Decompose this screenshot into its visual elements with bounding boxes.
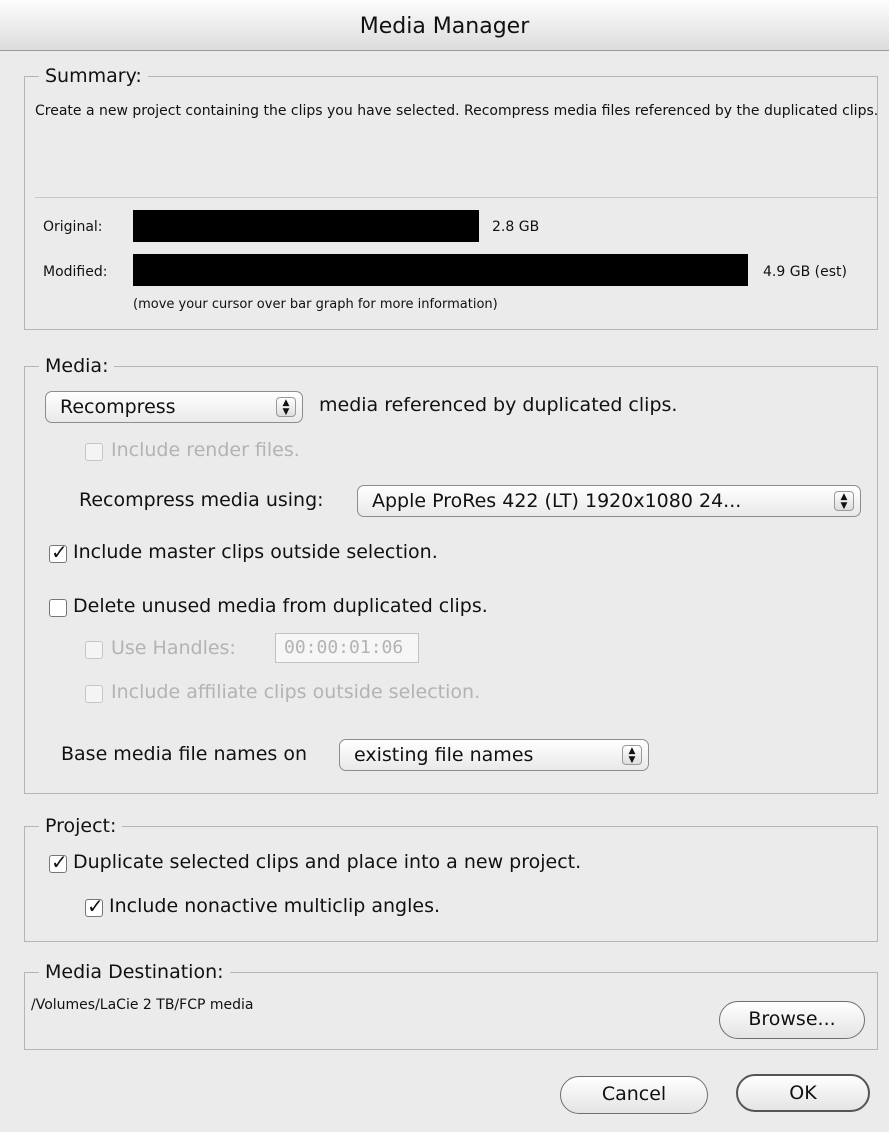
modified-label: Modified: <box>43 264 108 280</box>
checkmark-icon: ✓ <box>87 894 104 918</box>
include-nonactive-angles-checkbox[interactable]: ✓ <box>85 894 104 918</box>
base-file-names-label: Base media file names on <box>61 743 307 765</box>
browse-button[interactable]: Browse... <box>719 1001 865 1039</box>
ok-button[interactable]: OK <box>736 1074 870 1112</box>
popup-arrows-icon: ▲ ▼ <box>622 745 642 765</box>
summary-group: Summary: Create a new project containing… <box>24 65 878 330</box>
cancel-button[interactable]: Cancel <box>560 1076 708 1114</box>
media-legend: Media: <box>39 355 115 377</box>
media-group: Media: Recompress ▲ ▼ media referenced by… <box>24 355 878 794</box>
include-render-files-checkbox[interactable] <box>85 443 103 461</box>
include-master-clips-checkbox[interactable]: ✓ <box>49 540 68 564</box>
bar-graph-hint: (move your cursor over bar graph for mor… <box>133 297 498 312</box>
media-action-popup-value: Recompress <box>60 396 176 418</box>
duplicate-clips-label: Duplicate selected clips and place into … <box>73 851 582 873</box>
include-affiliate-clips-checkbox[interactable] <box>85 685 103 703</box>
summary-divider <box>35 197 877 198</box>
include-nonactive-angles-label: Include nonactive multiclip angles. <box>109 895 441 917</box>
summary-legend: Summary: <box>39 65 148 87</box>
project-legend: Project: <box>39 815 123 837</box>
window-title: Media Manager <box>0 0 889 51</box>
media-destination-group: Media Destination: /Volumes/LaCie 2 TB/F… <box>24 961 878 1050</box>
delete-unused-media-checkbox[interactable] <box>49 599 67 617</box>
media-action-popup[interactable]: Recompress ▲ ▼ <box>45 391 303 423</box>
use-handles-checkbox[interactable] <box>85 641 103 659</box>
include-affiliate-clips-label: Include affiliate clips outside selectio… <box>111 681 481 703</box>
recompress-codec-value: Apple ProRes 422 (LT) 1920x1080 24... <box>372 490 742 512</box>
media-action-suffix: media referenced by duplicated clips. <box>319 394 678 416</box>
recompress-using-label: Recompress media using: <box>79 489 324 511</box>
modified-size-value: 4.9 GB (est) <box>763 264 847 280</box>
handles-duration-field[interactable]: 00:00:01:06 <box>275 633 419 663</box>
media-destination-legend: Media Destination: <box>39 961 230 983</box>
modified-size-bar[interactable] <box>133 254 748 286</box>
popup-arrows-icon: ▲ ▼ <box>276 397 296 417</box>
destination-path: /Volumes/LaCie 2 TB/FCP media <box>31 997 254 1013</box>
original-label: Original: <box>43 219 103 235</box>
summary-description: Create a new project containing the clip… <box>35 103 879 119</box>
recompress-codec-popup[interactable]: Apple ProRes 422 (LT) 1920x1080 24... ▲ ▼ <box>357 485 861 517</box>
duplicate-clips-checkbox[interactable]: ✓ <box>49 850 68 874</box>
base-file-names-popup[interactable]: existing file names ▲ ▼ <box>339 739 649 771</box>
popup-arrows-icon: ▲ ▼ <box>834 491 854 511</box>
include-master-clips-label: Include master clips outside selection. <box>73 541 438 563</box>
project-group: Project: ✓ Duplicate selected clips and … <box>24 815 878 942</box>
original-size-value: 2.8 GB <box>492 219 540 235</box>
delete-unused-media-label: Delete unused media from duplicated clip… <box>73 595 488 617</box>
base-file-names-value: existing file names <box>354 744 534 766</box>
use-handles-label: Use Handles: <box>111 637 236 659</box>
original-size-bar[interactable] <box>133 210 479 242</box>
checkmark-icon: ✓ <box>51 540 68 564</box>
include-render-files-label: Include render files. <box>111 439 300 461</box>
checkmark-icon: ✓ <box>51 850 68 874</box>
